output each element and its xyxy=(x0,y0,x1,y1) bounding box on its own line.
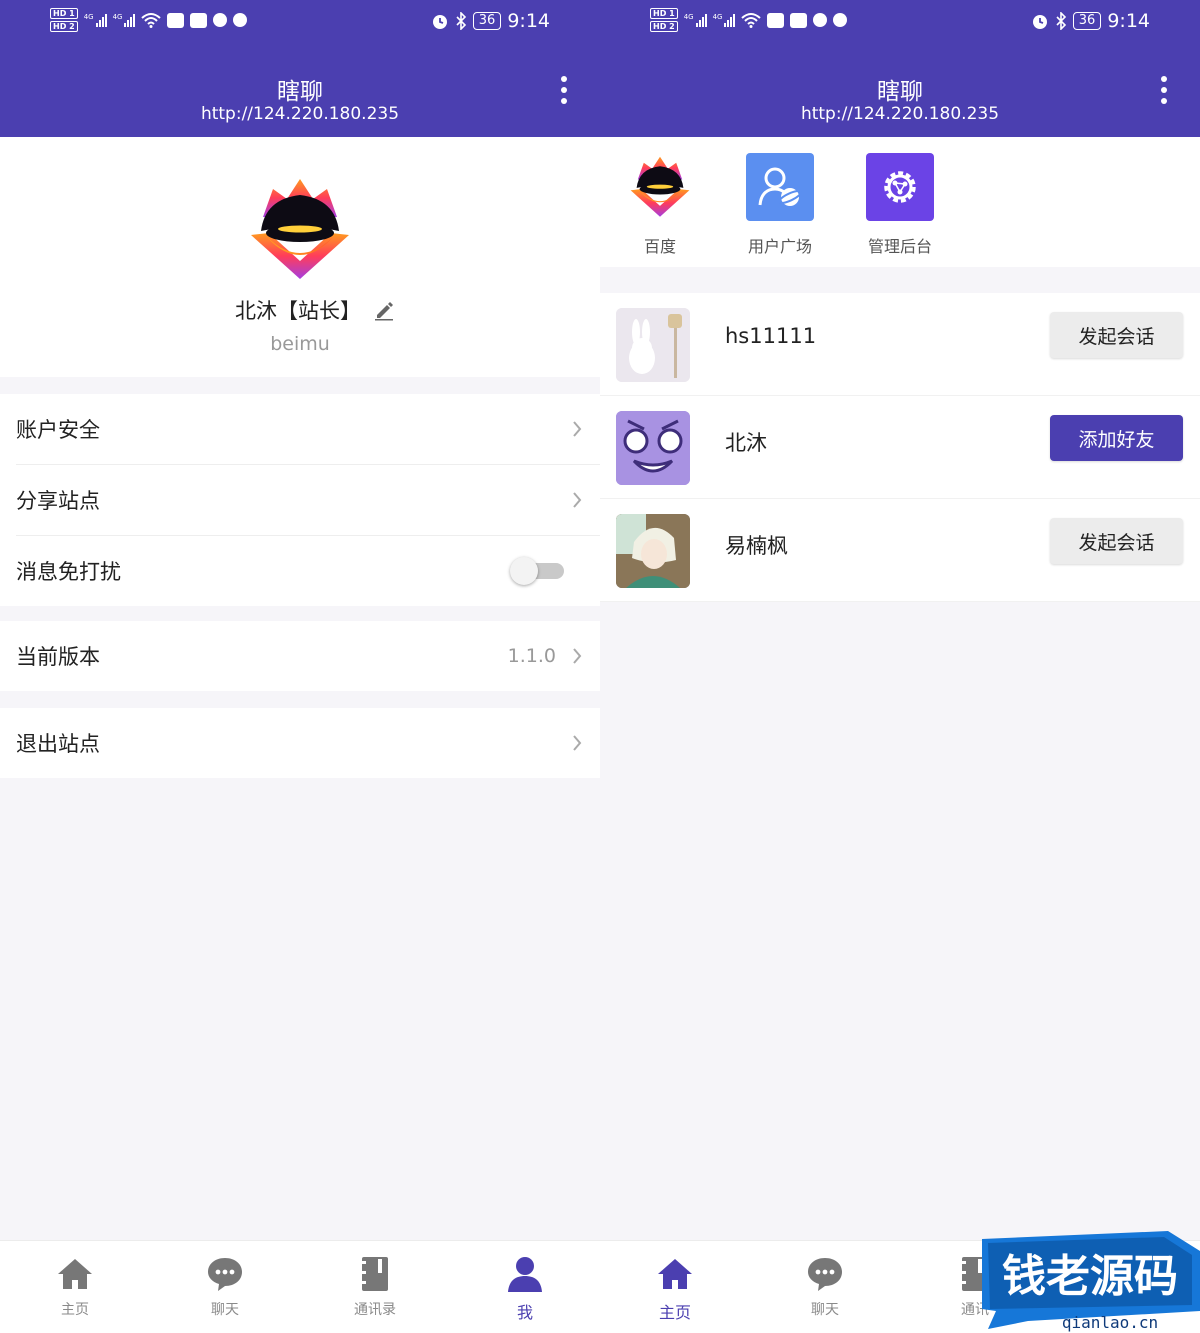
app-notification-icon xyxy=(167,12,185,28)
bottom-nav: 主页 聊天 通讯录 我 xyxy=(0,1240,600,1333)
watermark-title: 钱老源码 xyxy=(1002,1251,1178,1302)
battery-icon: 36 xyxy=(472,12,502,30)
chevron-right-icon xyxy=(573,492,582,508)
bluetooth-icon xyxy=(456,12,466,30)
do-not-disturb-toggle[interactable] xyxy=(510,557,564,585)
user-name: 北沐 xyxy=(725,431,767,455)
shortcut-baidu[interactable]: 百度 xyxy=(615,153,705,257)
app-bar: 瞎聊 http://124.220.180.235 xyxy=(600,44,1200,137)
person-icon xyxy=(508,1257,542,1292)
watermark-domain: qianlao.cn xyxy=(1062,1313,1158,1332)
qq-icon xyxy=(833,13,848,27)
tab-me[interactable]: 我 xyxy=(450,1241,600,1333)
user-name: hs11111 xyxy=(725,324,817,348)
site-logo-icon xyxy=(630,156,690,217)
version-group: 当前版本 1.1.0 xyxy=(0,621,600,691)
tab-home[interactable]: 主页 xyxy=(0,1241,150,1333)
settings-group: 账户安全 分享站点 消息免打扰 xyxy=(0,394,600,606)
chevron-right-icon xyxy=(573,648,582,664)
app-notification-icon xyxy=(767,12,785,28)
wechat-icon xyxy=(213,13,228,27)
list-item[interactable]: hs11111 发起会话 xyxy=(600,293,1200,396)
user-list: hs11111 发起会话 北沐 添加好友 易楠枫 发起会话 xyxy=(600,293,1200,602)
wechat-icon xyxy=(813,13,828,27)
menu-do-not-disturb: 消息免打扰 xyxy=(16,536,600,606)
start-chat-button[interactable]: 发起会话 xyxy=(1050,518,1183,564)
signal-icon: 4G xyxy=(713,13,736,27)
home-screen: HD 1 HD 2 4G 4G 36 9:14 瞎聊 http://124.22… xyxy=(600,0,1200,1333)
add-friend-button[interactable]: 添加好友 xyxy=(1050,415,1183,461)
signal-icon: 4G xyxy=(684,13,707,27)
chat-bubble-icon xyxy=(808,1258,842,1291)
qq-icon xyxy=(233,13,248,27)
more-options-icon[interactable] xyxy=(560,76,568,104)
profile-name: 北沐【站长】 xyxy=(235,299,361,323)
bluetooth-icon xyxy=(1056,12,1066,30)
more-options-icon[interactable] xyxy=(1160,76,1168,104)
avatar[interactable] xyxy=(245,177,355,282)
signal-icon: 4G xyxy=(84,13,107,27)
alarm-icon xyxy=(1032,15,1047,29)
version-value: 1.1.0 xyxy=(507,645,556,667)
tab-chat[interactable]: 聊天 xyxy=(150,1241,300,1333)
user-square-icon xyxy=(758,167,802,206)
user-name: 易楠枫 xyxy=(725,534,788,558)
sim-indicator: HD 1 HD 2 xyxy=(650,8,678,32)
shortcut-grid: 百度 用户广场 管理后台 xyxy=(600,137,1200,267)
me-screen: HD 1 HD 2 4G 4G 36 9:14 瞎聊 http://124.22… xyxy=(0,0,600,1333)
chevron-right-icon xyxy=(573,735,582,751)
menu-exit-site[interactable]: 退出站点 xyxy=(16,708,600,778)
mail-icon xyxy=(790,12,808,28)
avatar xyxy=(616,514,690,588)
clock: 9:14 xyxy=(507,10,550,32)
start-chat-button[interactable]: 发起会话 xyxy=(1050,312,1183,358)
edit-icon[interactable] xyxy=(373,299,395,321)
alarm-icon xyxy=(432,15,447,29)
exit-group: 退出站点 xyxy=(0,708,600,778)
home-icon xyxy=(658,1259,692,1289)
menu-current-version[interactable]: 当前版本 1.1.0 xyxy=(16,621,600,691)
shortcut-admin[interactable]: 管理后台 xyxy=(855,153,945,257)
chevron-right-icon xyxy=(573,421,582,437)
wifi-icon xyxy=(141,13,162,28)
sim-indicator: HD 1 HD 2 xyxy=(50,8,78,32)
menu-share-site[interactable]: 分享站点 xyxy=(16,465,600,536)
tab-home[interactable]: 主页 xyxy=(600,1241,750,1333)
battery-icon: 36 xyxy=(1072,12,1102,30)
app-title: 瞎聊 xyxy=(877,79,923,105)
clock: 9:14 xyxy=(1107,10,1150,32)
profile-username: beimu xyxy=(270,333,330,355)
menu-account-security[interactable]: 账户安全 xyxy=(16,394,600,465)
home-icon xyxy=(58,1259,92,1289)
list-item[interactable]: 北沐 添加好友 xyxy=(600,396,1200,499)
profile-card: 北沐【站长】 beimu xyxy=(0,137,600,377)
chat-bubble-icon xyxy=(208,1258,242,1291)
list-item[interactable]: 易楠枫 发起会话 xyxy=(600,499,1200,602)
address-book-icon xyxy=(362,1257,388,1291)
tab-chat[interactable]: 聊天 xyxy=(750,1241,900,1333)
tab-contacts[interactable]: 通讯录 xyxy=(300,1241,450,1333)
gear-icon xyxy=(884,171,916,203)
avatar xyxy=(616,308,690,382)
site-url: http://124.220.180.235 xyxy=(200,104,400,124)
app-bar: 瞎聊 http://124.220.180.235 xyxy=(0,44,600,137)
status-bar: HD 1 HD 2 4G 4G 36 9:14 xyxy=(0,0,600,44)
mail-icon xyxy=(190,12,208,28)
app-title: 瞎聊 xyxy=(277,79,323,105)
wifi-icon xyxy=(741,13,762,28)
signal-icon: 4G xyxy=(113,13,136,27)
avatar xyxy=(616,411,690,485)
shortcut-user-square[interactable]: 用户广场 xyxy=(735,153,825,257)
site-url: http://124.220.180.235 xyxy=(800,104,1000,124)
status-bar: HD 1 HD 2 4G 4G 36 9:14 xyxy=(600,0,1200,44)
watermark-logo: 钱老源码 qianlao.cn xyxy=(982,1231,1200,1332)
